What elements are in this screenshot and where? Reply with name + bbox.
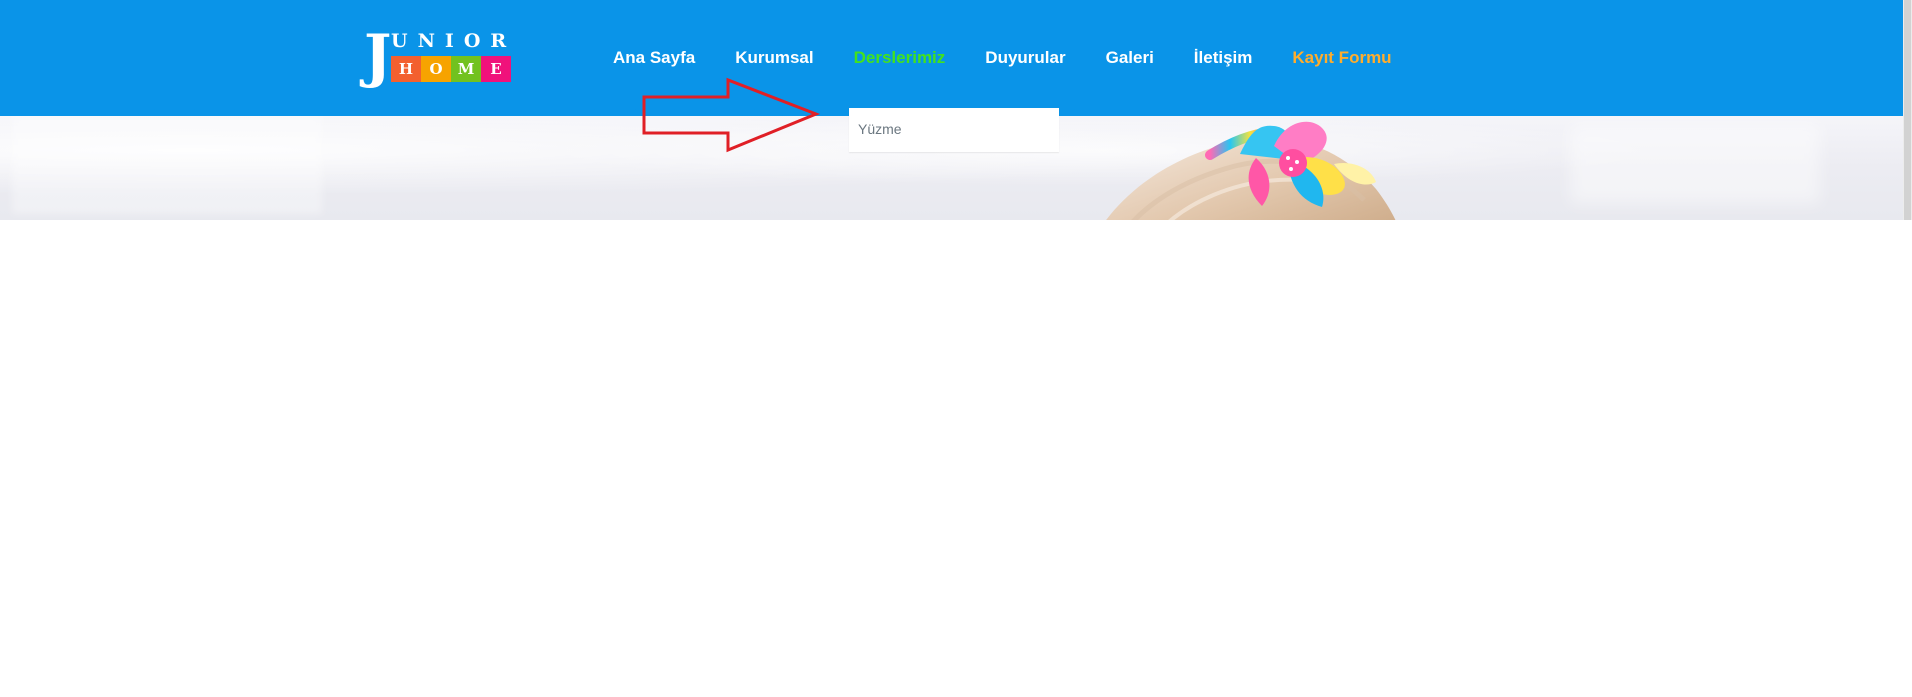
nav-item-kurumsal[interactable]: Kurumsal	[735, 48, 813, 68]
right-arrow-icon	[642, 77, 821, 153]
derslerimiz-dropdown: Yüzme	[849, 108, 1059, 152]
scrollbar-thumb[interactable]	[1904, 0, 1911, 220]
hero-soft-highlight-left	[12, 114, 322, 214]
logo-top-text: UNIOR	[391, 30, 517, 52]
dropdown-item-yuzme[interactable]: Yüzme	[858, 120, 902, 138]
page-scrollbar[interactable]	[1903, 0, 1912, 220]
logo-block-m: M	[451, 56, 481, 82]
nav-item-ana-sayfa[interactable]: Ana Sayfa	[613, 48, 695, 68]
nav-item-duyurular[interactable]: Duyurular	[985, 48, 1065, 68]
page: J UNIOR H O M E Ana Sayfa Kurumsal Dersl…	[0, 0, 1912, 697]
nav-item-galeri[interactable]: Galeri	[1106, 48, 1154, 68]
nav-item-derslerimiz[interactable]: Derslerimiz	[854, 48, 946, 68]
junior-home-logo[interactable]: J UNIOR H O M E	[364, 22, 511, 90]
logo-block-h: H	[391, 56, 421, 82]
child-hair-bow-image	[1106, 121, 1396, 220]
nav-item-kayit-formu[interactable]: Kayıt Formu	[1292, 48, 1391, 68]
logo-initial: J	[364, 22, 391, 90]
hero-soft-highlight-right	[1570, 124, 1820, 204]
logo-block-e: E	[481, 56, 511, 82]
logo-home-blocks: H O M E	[391, 56, 511, 82]
main-navigation: Ana Sayfa Kurumsal Derslerimiz Duyurular…	[613, 46, 1392, 70]
nav-item-iletisim[interactable]: İletişim	[1194, 48, 1253, 68]
logo-block-o: O	[421, 56, 451, 82]
